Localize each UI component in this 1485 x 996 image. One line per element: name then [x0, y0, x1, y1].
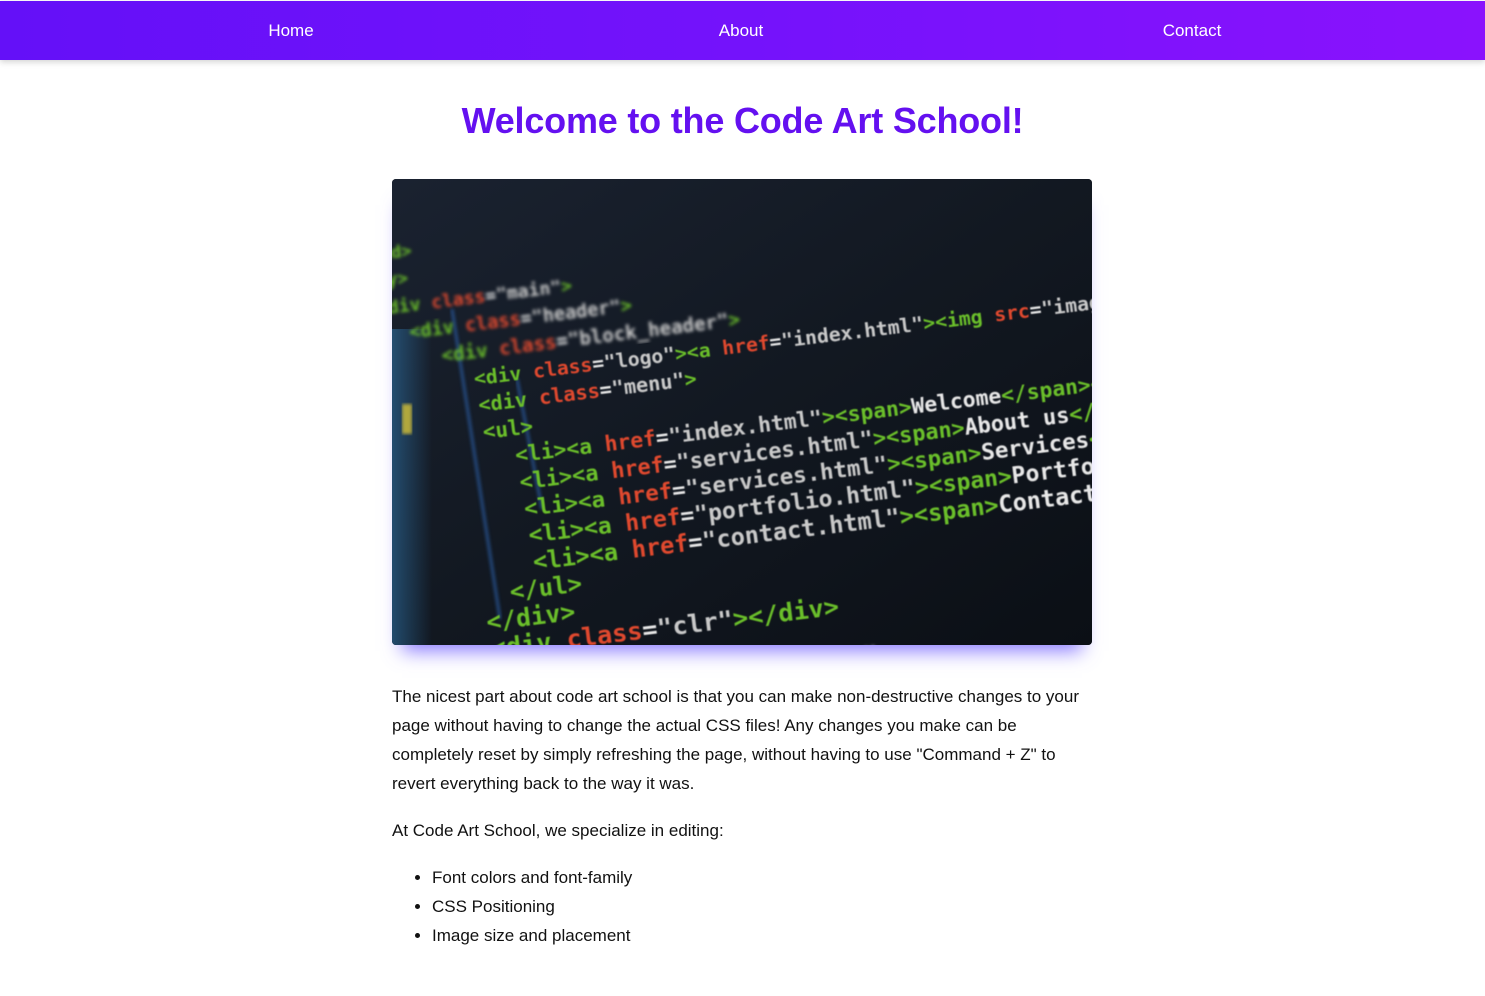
top-navbar: Home About Contact	[0, 1, 1485, 60]
nav-link-about[interactable]: About	[719, 1, 763, 60]
intro-paragraph: The nicest part about code art school is…	[392, 687, 1079, 793]
main-content: The nicest part about code art school is…	[392, 682, 1092, 950]
skills-list: Font colors and font-family CSS Position…	[392, 863, 1092, 950]
page-title: Welcome to the Code Art School!	[461, 100, 1024, 141]
list-item: Font colors and font-family	[432, 863, 1092, 892]
nav-link-home[interactable]: Home	[268, 1, 313, 60]
screen-edge-glow	[392, 329, 432, 645]
specialize-paragraph: At Code Art School, we specialize in edi…	[392, 821, 724, 840]
list-item: CSS Positioning	[432, 892, 1092, 921]
list-item: Image size and placement	[432, 921, 1092, 950]
code-screen-illustration: </head><body><div class="main"><div clas…	[392, 179, 1092, 645]
hero-code-image: </head> <body> <div class="main"> <div clas…	[392, 179, 1092, 645]
nav-link-contact[interactable]: Contact	[1163, 1, 1222, 60]
screen-highlight-mark	[402, 404, 412, 434]
